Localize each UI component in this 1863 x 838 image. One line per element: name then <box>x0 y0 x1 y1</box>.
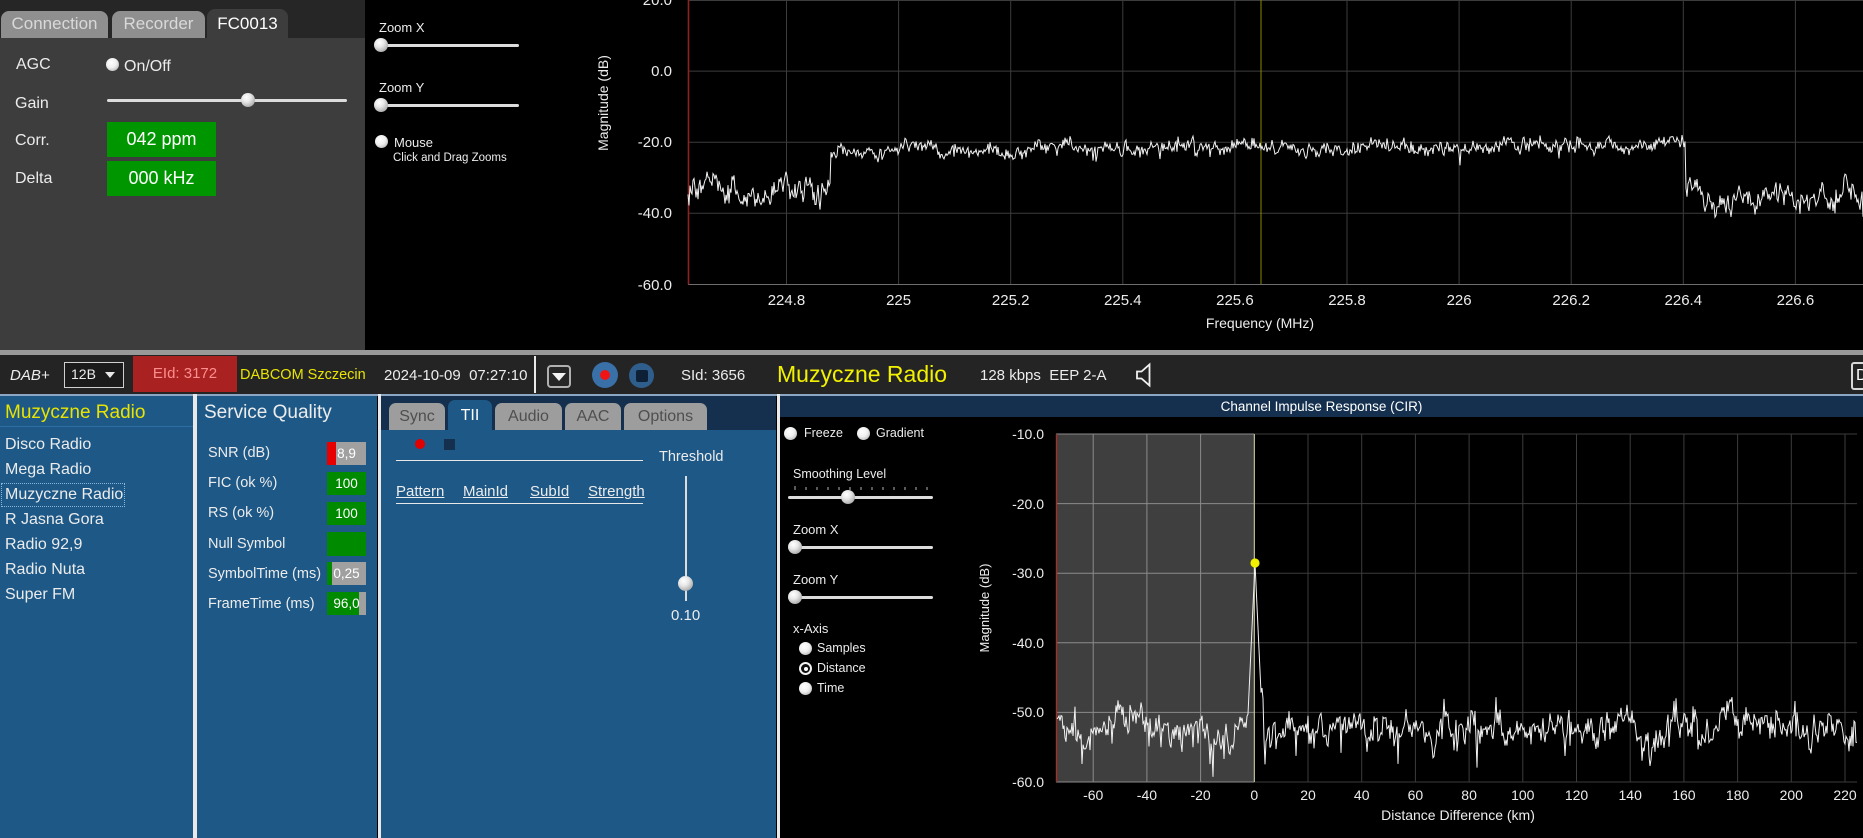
svg-text:220: 220 <box>1833 787 1857 803</box>
svg-text:-10.0: -10.0 <box>1012 426 1044 442</box>
svg-text:60: 60 <box>1408 787 1424 803</box>
svg-text:224.8: 224.8 <box>768 292 806 309</box>
svg-text:225.6: 225.6 <box>1216 292 1254 309</box>
svg-text:-40: -40 <box>1137 787 1157 803</box>
svg-text:Frequency (MHz): Frequency (MHz) <box>1206 315 1314 331</box>
svg-text:-50.0: -50.0 <box>1012 704 1044 720</box>
svg-text:Magnitude (dB): Magnitude (dB) <box>977 564 992 653</box>
svg-text:20: 20 <box>1300 787 1316 803</box>
svg-text:-20.0: -20.0 <box>1012 496 1044 512</box>
svg-text:Magnitude (dB): Magnitude (dB) <box>595 55 611 151</box>
svg-text:100: 100 <box>1511 787 1535 803</box>
svg-text:-30.0: -30.0 <box>1012 565 1044 581</box>
svg-text:225: 225 <box>886 292 911 309</box>
svg-text:226.4: 226.4 <box>1665 292 1703 309</box>
svg-text:180: 180 <box>1726 787 1750 803</box>
svg-text:0: 0 <box>1250 787 1258 803</box>
svg-text:40: 40 <box>1354 787 1370 803</box>
svg-text:-60: -60 <box>1083 787 1103 803</box>
svg-text:80: 80 <box>1461 787 1477 803</box>
svg-text:226: 226 <box>1447 292 1472 309</box>
svg-text:-60.0: -60.0 <box>1012 774 1044 790</box>
svg-text:225.8: 225.8 <box>1328 292 1366 309</box>
svg-text:-20: -20 <box>1190 787 1210 803</box>
svg-text:226.6: 226.6 <box>1777 292 1815 309</box>
svg-text:225.4: 225.4 <box>1104 292 1142 309</box>
svg-text:0.0: 0.0 <box>651 63 672 80</box>
svg-text:20.0: 20.0 <box>643 0 672 9</box>
svg-text:-20.0: -20.0 <box>638 134 672 151</box>
svg-text:226.2: 226.2 <box>1552 292 1590 309</box>
svg-text:120: 120 <box>1565 787 1589 803</box>
svg-text:-40.0: -40.0 <box>638 205 672 222</box>
svg-text:160: 160 <box>1672 787 1696 803</box>
svg-text:-60.0: -60.0 <box>638 277 672 294</box>
svg-text:200: 200 <box>1780 787 1804 803</box>
svg-text:225.2: 225.2 <box>992 292 1030 309</box>
svg-text:140: 140 <box>1619 787 1643 803</box>
svg-text:-40.0: -40.0 <box>1012 635 1044 651</box>
svg-text:Distance Difference (km): Distance Difference (km) <box>1381 807 1535 823</box>
